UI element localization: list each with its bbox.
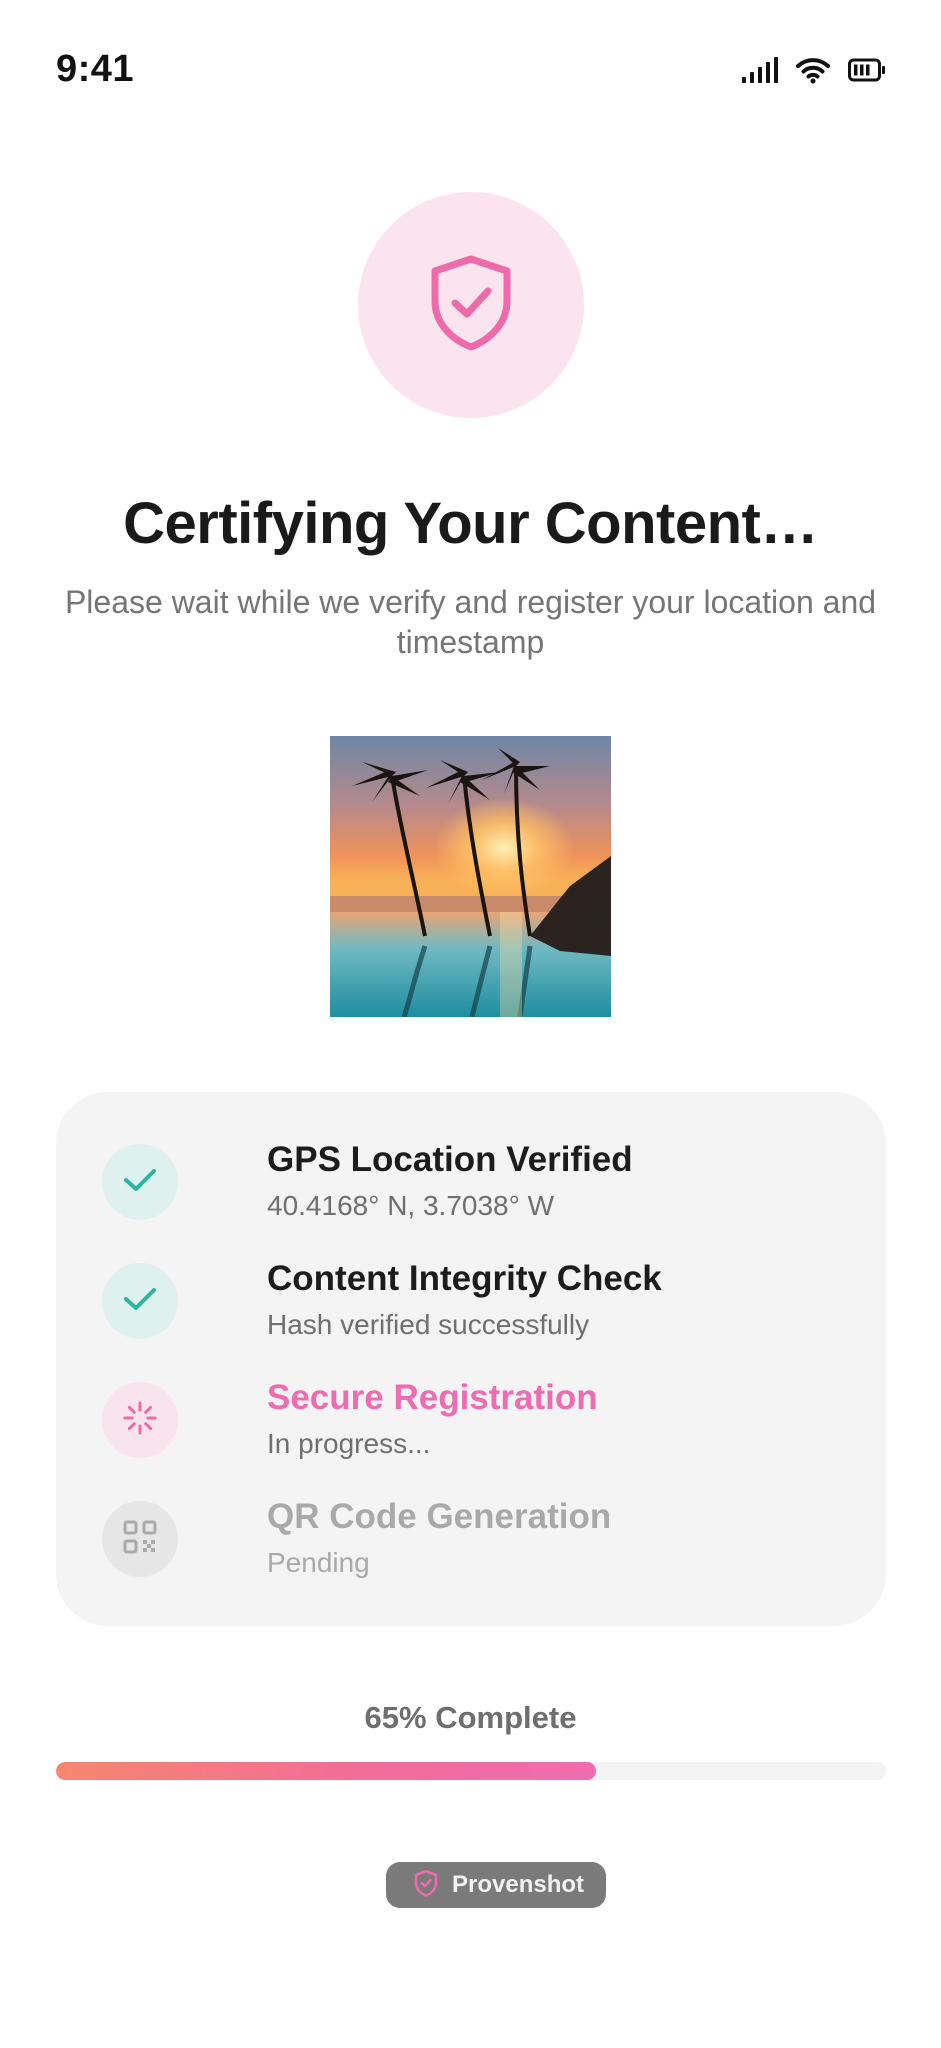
step-detail: Pending	[267, 1547, 370, 1578]
wifi-icon	[796, 56, 830, 89]
content-photo-thumbnail	[330, 736, 611, 1017]
step-detail: Hash verified successfully	[267, 1309, 590, 1340]
battery-icon	[848, 57, 886, 88]
step-qr-generation: QR Code Generation Pending	[102, 1497, 862, 1578]
step-status-badge	[102, 1382, 178, 1458]
page-subtitle: Please wait while we verify and register…	[64, 584, 877, 660]
check-icon	[123, 1286, 157, 1317]
spinner-icon	[122, 1400, 158, 1441]
step-status-badge	[102, 1263, 178, 1339]
brand-watermark: Provenshot	[386, 1862, 606, 1908]
step-status-badge	[102, 1501, 178, 1577]
shield-check-icon	[427, 253, 515, 358]
check-icon	[123, 1167, 157, 1198]
progress-bar	[56, 1762, 886, 1780]
hero-shield-badge	[358, 192, 584, 418]
step-status-badge	[102, 1144, 178, 1220]
step-gps-location: GPS Location Verified 40.4168° N, 3.7038…	[102, 1140, 862, 1221]
qr-code-icon	[123, 1520, 157, 1559]
page-title: Certifying Your Content…	[123, 491, 818, 556]
step-title: Secure Registration	[267, 1378, 598, 1417]
brand-name: Provenshot	[451, 1871, 585, 1898]
step-title: Content Integrity Check	[267, 1259, 662, 1298]
progress-label: 65% Complete	[364, 1700, 577, 1735]
step-content-integrity: Content Integrity Check Hash verified su…	[102, 1259, 862, 1340]
step-title: QR Code Generation	[267, 1497, 612, 1536]
status-icons	[742, 56, 886, 89]
step-secure-registration: Secure Registration In progress...	[102, 1378, 862, 1459]
cellular-signal-icon	[742, 57, 778, 88]
progress-bar-fill	[56, 1762, 596, 1780]
certification-steps-card: GPS Location Verified 40.4168° N, 3.7038…	[56, 1092, 886, 1626]
step-title: GPS Location Verified	[267, 1140, 633, 1179]
shield-check-icon	[414, 1869, 438, 1902]
status-time: 9:41	[56, 48, 135, 90]
step-detail: In progress...	[267, 1428, 431, 1459]
step-detail: 40.4168° N, 3.7038° W	[267, 1190, 555, 1221]
status-bar: 9:41	[0, 0, 941, 150]
